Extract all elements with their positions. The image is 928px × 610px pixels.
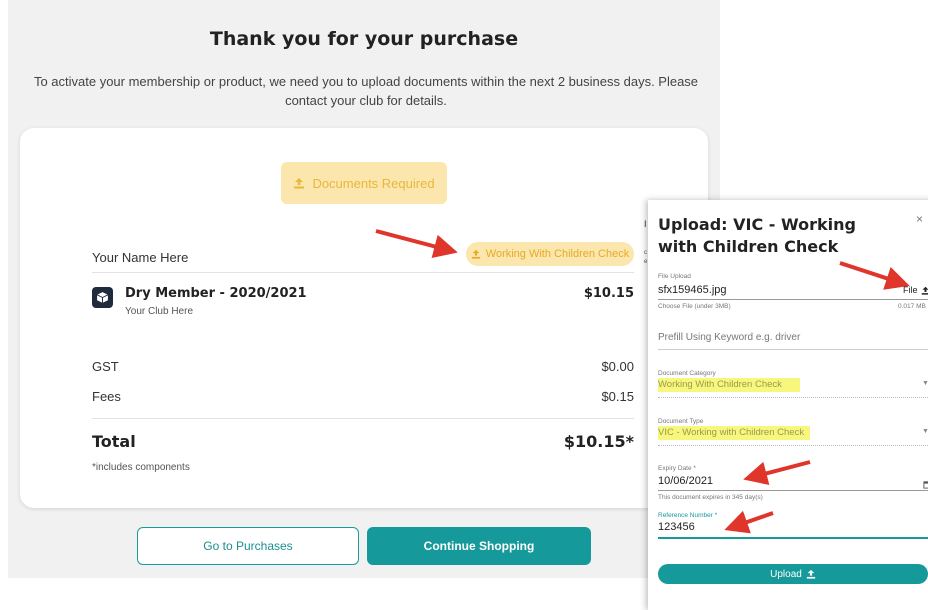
chevron-down-icon: ▼ — [922, 428, 928, 435]
file-name-field[interactable]: sfx159465.jpg — [658, 284, 727, 296]
expiry-date-field[interactable]: 10/06/2021 — [658, 475, 713, 487]
field-underline — [658, 490, 928, 491]
fees-value: $0.15 — [601, 389, 634, 404]
document-category-select[interactable]: Working With Children Check — [658, 379, 782, 390]
chevron-down-icon: ▼ — [922, 380, 928, 387]
document-type-select[interactable]: VIC - Working with Children Check — [658, 427, 804, 438]
upload-icon — [294, 178, 305, 189]
clipped-text: I — [644, 219, 647, 229]
upload-icon — [471, 249, 480, 259]
document-type-label: Document Type — [658, 418, 704, 425]
field-underline — [658, 445, 928, 446]
documents-required-label: Documents Required — [312, 175, 435, 191]
fees-label: Fees — [92, 389, 121, 404]
calendar-icon[interactable] — [923, 476, 928, 494]
expiry-hint: This document expires in 345 day(s) — [658, 494, 763, 501]
documents-required-button[interactable]: Documents Required — [281, 162, 447, 204]
reference-number-field[interactable]: 123456 — [658, 521, 695, 533]
choose-file-label: File — [903, 285, 918, 295]
wwcc-chip-label: Working With Children Check — [485, 248, 630, 260]
field-underline — [658, 299, 928, 300]
wwcc-document-chip[interactable]: Working With Children Check — [466, 242, 634, 266]
clipped-text: c — [644, 250, 647, 256]
choose-file-button[interactable]: File — [903, 285, 928, 295]
total-value: $10.15* — [563, 432, 634, 451]
file-hint: Choose File (under 3MB) — [658, 303, 731, 310]
close-icon[interactable]: × — [916, 212, 923, 226]
modal-title: Upload: VIC - Working with Children Chec… — [658, 215, 856, 256]
file-upload-label: File Upload — [658, 273, 691, 280]
upload-button[interactable]: Upload — [658, 564, 928, 584]
divider — [92, 272, 634, 273]
product-club: Your Club Here — [125, 306, 194, 317]
upload-icon — [806, 569, 816, 579]
document-category-label: Document Category — [658, 370, 716, 377]
product-name: Dry Member - 2020/2021 — [125, 286, 307, 301]
product-price: $10.15 — [583, 286, 634, 301]
reference-number-label: Reference Number * — [658, 512, 718, 519]
continue-shopping-button[interactable]: Continue Shopping — [367, 527, 591, 565]
expiry-date-label: Expiry Date * — [658, 465, 696, 472]
upload-document-modal: Upload: VIC - Working with Children Chec… — [648, 200, 928, 610]
field-underline-active — [658, 537, 928, 539]
upload-button-label: Upload — [770, 568, 802, 580]
page-title: Thank you for your purchase — [209, 28, 519, 50]
clipped-text: e — [644, 259, 648, 265]
go-to-purchases-button[interactable]: Go to Purchases — [137, 527, 359, 565]
gst-label: GST — [92, 359, 119, 374]
components-note: *includes components — [92, 462, 190, 473]
prefill-keyword-input[interactable]: Prefill Using Keyword e.g. driver — [658, 332, 800, 343]
product-cube-icon — [92, 287, 113, 308]
gst-value: $0.00 — [601, 359, 634, 374]
total-label: Total — [92, 432, 136, 451]
field-underline — [658, 349, 928, 350]
divider — [92, 418, 634, 419]
upload-icon — [921, 286, 928, 295]
file-size: 0.017 MB — [898, 303, 926, 310]
intro-text: To activate your membership or product, … — [33, 74, 699, 108]
member-name: Your Name Here — [92, 250, 189, 265]
field-underline — [658, 397, 928, 398]
